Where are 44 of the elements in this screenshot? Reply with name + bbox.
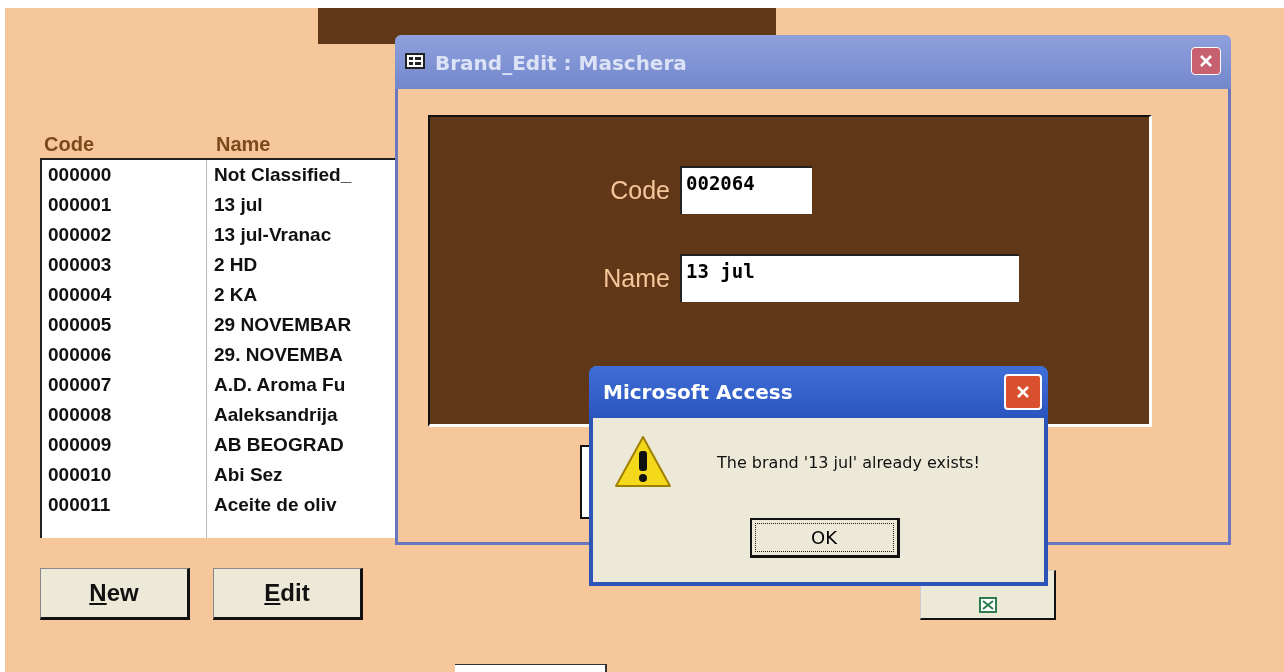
dialog-message: The brand '13 jul' already exists! bbox=[717, 452, 980, 472]
input-field[interactable]: 002064 bbox=[680, 166, 812, 214]
code-cell-text: 000011 bbox=[47, 494, 112, 516]
name-cell-text: Abi Sez bbox=[213, 464, 283, 486]
close-button[interactable] bbox=[1191, 47, 1221, 75]
code-cell-text: 000007 bbox=[47, 374, 113, 396]
field-label: Code bbox=[609, 175, 671, 205]
code-cell-text: 000001 bbox=[47, 194, 113, 216]
form-icon bbox=[405, 53, 425, 69]
window-title: Brand_Edit : Maschera bbox=[435, 51, 687, 75]
code-cell-text: 000005 bbox=[47, 314, 113, 336]
form-button[interactable]: Edit bbox=[213, 568, 363, 620]
code-cell-text: 000002 bbox=[47, 224, 113, 246]
name-cell-text: Aaleksandrija bbox=[213, 404, 338, 426]
name-cell-text: 2 HD bbox=[213, 254, 258, 276]
name-cell-text: 13 jul bbox=[213, 194, 263, 216]
code-cell-text: 000009 bbox=[47, 434, 113, 456]
dialog-title: Microsoft Access bbox=[603, 380, 793, 404]
name-cell-text: 2 KA bbox=[213, 284, 258, 306]
code-cell-text: 000000 bbox=[47, 164, 113, 186]
list-box[interactable] bbox=[40, 158, 397, 538]
input-field[interactable]: 13 jul bbox=[680, 254, 1019, 302]
code-cell-text: 000004 bbox=[47, 284, 113, 306]
name-cell-text: 29 NOVEMBAR bbox=[213, 314, 352, 336]
close-button[interactable] bbox=[1004, 374, 1042, 410]
form-button[interactable]: New bbox=[40, 568, 190, 620]
spreadsheet-icon bbox=[978, 596, 997, 613]
field-label: Name bbox=[602, 263, 671, 293]
warning-icon bbox=[613, 434, 673, 490]
name-cell-text: AB BEOGRAD bbox=[213, 434, 344, 456]
code-cell-text: 000006 bbox=[47, 344, 113, 366]
close-icon bbox=[1198, 53, 1214, 69]
name-cell-text: 13 jul-Vranac bbox=[213, 224, 332, 246]
close-icon bbox=[1015, 384, 1031, 400]
ok-button[interactable]: OK bbox=[749, 518, 900, 558]
name-cell-text: 29. NOVEMBA bbox=[213, 344, 343, 366]
column-header: Code bbox=[43, 132, 95, 156]
code-cell-text: 000008 bbox=[47, 404, 113, 426]
name-cell-text: Not Classified_ bbox=[213, 164, 352, 186]
code-cell-text: 000003 bbox=[47, 254, 113, 276]
name-cell-text: A.D. Aroma Fu bbox=[213, 374, 346, 396]
name-cell-text: Aceite de oliv bbox=[213, 494, 337, 516]
code-cell-text: 000010 bbox=[47, 464, 113, 486]
column-header: Name bbox=[216, 132, 271, 156]
